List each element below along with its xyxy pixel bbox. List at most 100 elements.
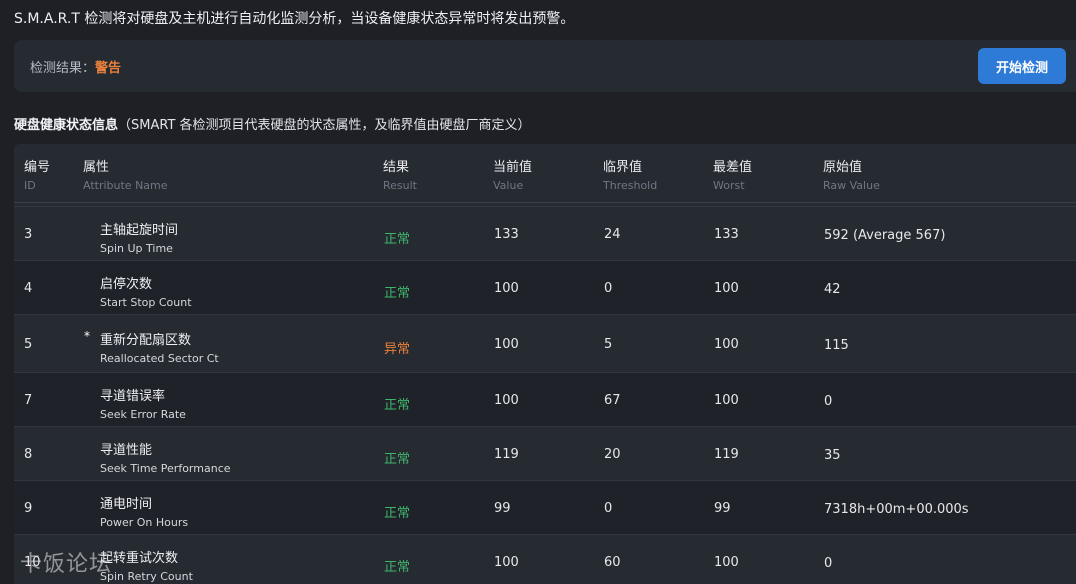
forum-watermark: 卡饭论坛 bbox=[20, 552, 113, 577]
col-attribute-en: Attribute Name bbox=[83, 179, 168, 192]
col-value-zh: 当前值 bbox=[493, 160, 533, 175]
col-raw-en: Raw Value bbox=[823, 179, 880, 192]
cell-id: 8 bbox=[24, 447, 33, 462]
cell-value: 100 bbox=[494, 337, 519, 352]
col-header-raw: 原始值 Raw Value bbox=[823, 156, 880, 192]
cell-id: 9 bbox=[24, 501, 33, 516]
cell-result: 正常 bbox=[384, 286, 411, 301]
cell-result: 正常 bbox=[384, 232, 411, 247]
col-result-en: Result bbox=[383, 179, 417, 192]
col-raw-zh: 原始值 bbox=[823, 160, 863, 175]
attr-name-en: Power On Hours bbox=[100, 516, 189, 529]
cell-id: 3 bbox=[24, 227, 33, 242]
intro-text: S.M.A.R.T 检测将对硬盘及主机进行自动化监测分析，当设备健康状态异常时将… bbox=[14, 11, 575, 27]
cell-threshold: 60 bbox=[604, 555, 621, 570]
attr-name-en: Reallocated Sector Ct bbox=[100, 352, 219, 365]
attr-name-zh: 主轴起旋时间 bbox=[100, 223, 179, 238]
col-result-zh: 结果 bbox=[383, 160, 410, 175]
cell-worst: 100 bbox=[714, 281, 739, 296]
cell-raw: 7318h+00m+00.000s bbox=[824, 502, 969, 517]
col-threshold-en: Threshold bbox=[603, 179, 658, 192]
cell-id: 7 bbox=[24, 393, 33, 408]
col-value-en: Value bbox=[493, 179, 524, 192]
warning-star-marker: * bbox=[84, 329, 90, 343]
cell-worst: 100 bbox=[714, 337, 739, 352]
col-header-worst: 最差值 Worst bbox=[713, 156, 752, 192]
cell-value: 100 bbox=[494, 281, 519, 296]
cell-raw: 592 (Average 567) bbox=[824, 228, 946, 243]
cell-result: 正常 bbox=[384, 506, 411, 521]
attr-name-en: Start Stop Count bbox=[100, 296, 192, 309]
cell-worst: 99 bbox=[714, 501, 731, 516]
attr-name-en: Spin Up Time bbox=[100, 242, 173, 255]
cell-result: 正常 bbox=[384, 560, 411, 575]
section-title-main: 硬盘健康状态信息 bbox=[14, 118, 119, 133]
col-header-attribute: 属性 Attribute Name bbox=[83, 156, 168, 192]
table-row[interactable]: 7 寻道错误率 Seek Error Rate 正常 100 67 100 0 bbox=[14, 372, 1076, 427]
cell-threshold: 24 bbox=[604, 227, 621, 242]
section-title-note: （SMART 各检测项目代表硬盘的状态属性，及临界值由硬盘厂商定义） bbox=[118, 118, 531, 133]
col-threshold-zh: 临界值 bbox=[603, 160, 643, 175]
attr-name-en: Seek Error Rate bbox=[100, 408, 186, 421]
cell-worst: 100 bbox=[714, 555, 739, 570]
col-id-en: ID bbox=[24, 179, 36, 192]
attr-name-zh: 起转重试次数 bbox=[100, 551, 179, 566]
attr-name-zh: 寻道性能 bbox=[100, 443, 153, 458]
col-attribute-zh: 属性 bbox=[83, 160, 110, 175]
attr-name-zh: 通电时间 bbox=[100, 497, 153, 512]
cell-raw: 115 bbox=[824, 338, 849, 353]
col-header-threshold: 临界值 Threshold bbox=[603, 156, 657, 192]
attr-name-zh: 启停次数 bbox=[100, 277, 153, 292]
col-header-id: 编号 ID bbox=[24, 156, 50, 192]
smart-table[interactable]: 编号 ID 属性 Attribute Name 结果 Result 当前值 Va… bbox=[14, 144, 1076, 584]
cell-threshold: 0 bbox=[604, 501, 613, 516]
cell-value: 100 bbox=[494, 393, 519, 408]
col-header-value: 当前值 Value bbox=[493, 156, 532, 192]
attr-name-en: Spin Retry Count bbox=[100, 570, 193, 583]
cell-id: 5 bbox=[24, 337, 33, 352]
cell-threshold: 20 bbox=[604, 447, 621, 462]
cell-raw: 42 bbox=[824, 282, 841, 297]
table-row[interactable]: 4 启停次数 Start Stop Count 正常 100 0 100 42 bbox=[14, 260, 1076, 315]
detection-result-label: 检测结果： bbox=[30, 61, 96, 76]
table-row[interactable]: 8 寻道性能 Seek Time Performance 正常 119 20 1… bbox=[14, 426, 1076, 481]
cell-attribute: 寻道性能 Seek Time Performance bbox=[100, 439, 231, 475]
detection-result: 检测结果：警告 bbox=[30, 57, 121, 76]
detection-result-panel: 检测结果：警告 bbox=[14, 40, 1076, 92]
cell-raw: 0 bbox=[824, 394, 833, 409]
cell-attribute: * 重新分配扇区数 Reallocated Sector Ct bbox=[84, 329, 219, 365]
cell-result: 正常 bbox=[384, 452, 411, 467]
cell-threshold: 5 bbox=[604, 337, 613, 352]
cell-worst: 100 bbox=[714, 393, 739, 408]
table-row[interactable]: 3 主轴起旋时间 Spin Up Time 正常 133 24 133 592 … bbox=[14, 206, 1076, 261]
cell-threshold: 67 bbox=[604, 393, 621, 408]
col-worst-zh: 最差值 bbox=[713, 160, 753, 175]
cell-attribute: 起转重试次数 Spin Retry Count bbox=[100, 547, 193, 583]
table-header: 编号 ID 属性 Attribute Name 结果 Result 当前值 Va… bbox=[14, 144, 1076, 203]
detection-result-value: 警告 bbox=[95, 61, 122, 76]
table-row[interactable]: 10 起转重试次数 Spin Retry Count 正常 100 60 100… bbox=[14, 534, 1076, 584]
cell-value: 133 bbox=[494, 227, 519, 242]
cell-threshold: 0 bbox=[604, 281, 613, 296]
cell-attribute: 寻道错误率 Seek Error Rate bbox=[100, 385, 186, 421]
start-detection-button[interactable]: 开始检测 bbox=[978, 48, 1066, 84]
table-row[interactable]: 5 * 重新分配扇区数 Reallocated Sector Ct 异常 100… bbox=[14, 314, 1076, 373]
attr-name-en: Seek Time Performance bbox=[100, 462, 231, 475]
cell-attribute: 通电时间 Power On Hours bbox=[100, 493, 188, 529]
col-worst-en: Worst bbox=[713, 179, 745, 192]
table-row[interactable]: 9 通电时间 Power On Hours 正常 99 0 99 7318h+0… bbox=[14, 480, 1076, 535]
cell-worst: 119 bbox=[714, 447, 739, 462]
col-header-result: 结果 Result bbox=[383, 156, 417, 192]
cell-id: 4 bbox=[24, 281, 33, 296]
cell-result: 异常 bbox=[384, 342, 411, 357]
cell-value: 99 bbox=[494, 501, 511, 516]
cell-attribute: 启停次数 Start Stop Count bbox=[100, 273, 192, 309]
cell-value: 119 bbox=[494, 447, 519, 462]
cell-raw: 0 bbox=[824, 556, 833, 571]
attr-name-zh: 寻道错误率 bbox=[100, 389, 166, 404]
col-id-zh: 编号 bbox=[24, 160, 51, 175]
cell-raw: 35 bbox=[824, 448, 841, 463]
cell-result: 正常 bbox=[384, 398, 411, 413]
cell-worst: 133 bbox=[714, 227, 739, 242]
cell-attribute: 主轴起旋时间 Spin Up Time bbox=[100, 219, 178, 255]
